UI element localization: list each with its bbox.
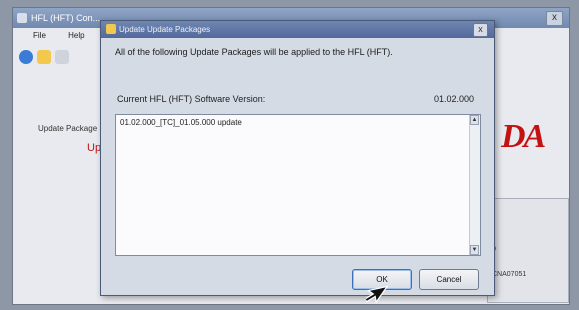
dialog-message: All of the following Update Packages wil… bbox=[115, 47, 393, 57]
update-package-label: Update Package bbox=[38, 124, 98, 133]
scroll-down-icon[interactable]: ▼ bbox=[470, 245, 479, 255]
list-scrollbar[interactable]: ▲ ▼ bbox=[469, 115, 480, 255]
update-packages-list[interactable]: 01.02.000_[TC]_01.05.000 update ▲ ▼ bbox=[115, 114, 481, 256]
update-status-text: Up bbox=[87, 142, 102, 154]
folder-icon[interactable] bbox=[37, 50, 51, 64]
scroll-up-icon[interactable]: ▲ bbox=[470, 115, 479, 125]
document-icon[interactable] bbox=[55, 50, 69, 64]
dialog-close-button[interactable]: x bbox=[473, 23, 488, 37]
app-title: HFL (HFT) Con... bbox=[31, 13, 101, 23]
app-icon bbox=[17, 13, 27, 23]
version-value: 01.02.000 bbox=[433, 94, 474, 104]
app-close-button[interactable]: x bbox=[546, 11, 563, 26]
menu-help[interactable]: Help bbox=[68, 31, 84, 40]
list-item[interactable]: 01.02.000_[TC]_01.05.000 update bbox=[120, 118, 242, 127]
device-serial: CNA07051 bbox=[492, 271, 527, 278]
dialog-icon bbox=[106, 24, 116, 34]
cancel-button[interactable]: Cancel bbox=[419, 269, 479, 290]
update-packages-dialog: Update Update Packages x All of the foll… bbox=[100, 20, 495, 296]
app-toolbar bbox=[19, 48, 99, 68]
menu-file[interactable]: File bbox=[33, 31, 46, 40]
dialog-title: Update Update Packages bbox=[119, 25, 211, 34]
version-label: Current HFL (HFT) Software Version: bbox=[117, 94, 266, 104]
honda-logo: DA bbox=[501, 118, 546, 155]
device-info-panel: 0 CNA07051 bbox=[487, 198, 569, 303]
dialog-title-bar: Update Update Packages x bbox=[101, 21, 494, 38]
mouse-pointer-icon bbox=[366, 285, 389, 304]
bluetooth-icon[interactable] bbox=[19, 50, 33, 64]
